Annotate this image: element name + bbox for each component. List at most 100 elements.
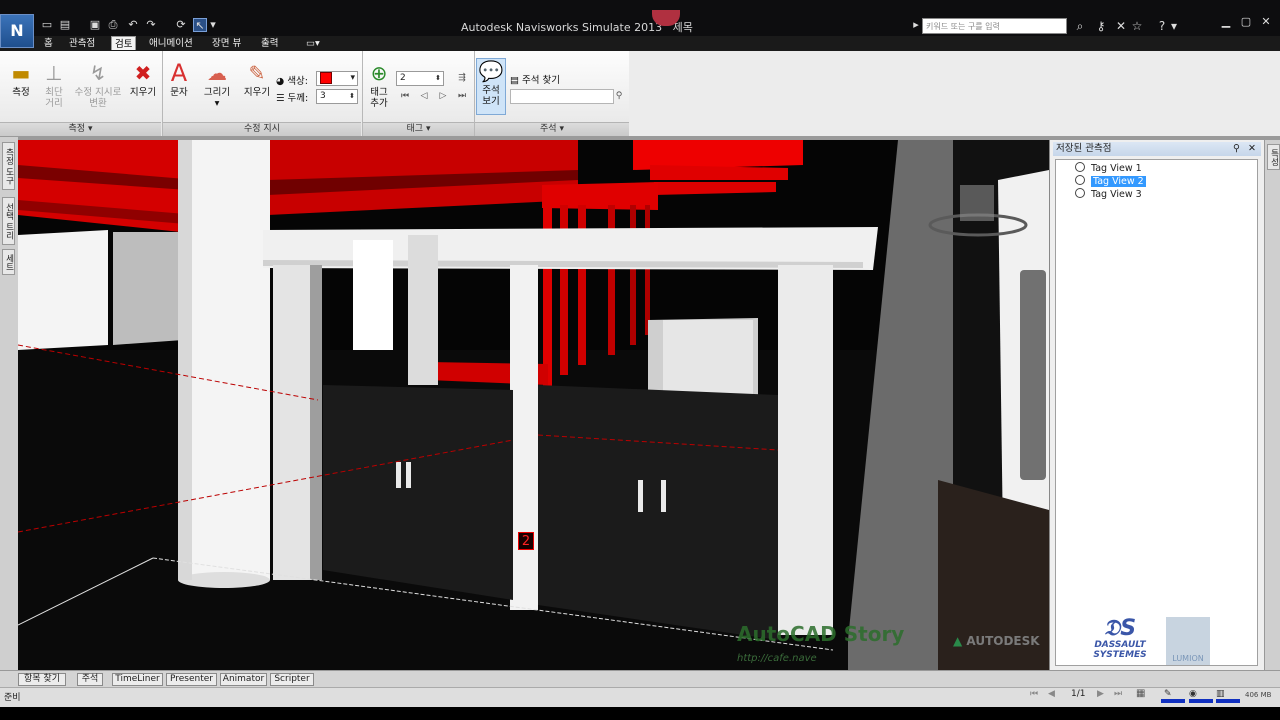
last-sheet-icon[interactable]: ⏭ (1114, 689, 1122, 699)
3d-viewport[interactable]: 2 AutoCAD Story http://cafe.nave ▲ AUTOD… (18, 140, 1049, 670)
last-tag-icon[interactable]: ⏭ (454, 89, 470, 103)
tab-presenter[interactable]: Presenter (166, 673, 217, 686)
scene-render (18, 140, 1049, 670)
find-comments-button[interactable]: ▤ 주석 찾기 (510, 72, 560, 86)
pin-icon[interactable]: ⚲ (1233, 142, 1240, 156)
clear-measure-button[interactable]: ✖ 지우기 (126, 61, 160, 98)
minimize-button[interactable]: ▁ (1216, 14, 1236, 30)
tab-animator[interactable]: Animator (220, 673, 267, 686)
tags-panel-title[interactable]: 태그 ▾ (363, 122, 474, 137)
previous-sheet-icon[interactable]: ◀ (1048, 689, 1055, 699)
find-comments-icon: ▤ (510, 75, 519, 86)
ribbon-options-icon[interactable]: ▭▾ (306, 36, 320, 51)
search-input[interactable]: 키워드 또는 구를 입력 (922, 18, 1067, 34)
tab-timeliner[interactable]: TimeLiner (112, 673, 163, 686)
view-comments-label-2: 보기 (482, 96, 500, 107)
text-redline-button[interactable]: A 문자 (166, 61, 192, 98)
sheet-browser-icon[interactable]: ▦ (1136, 688, 1145, 699)
next-tag-icon[interactable]: ▷ (435, 89, 451, 103)
tab-measure-tools[interactable]: 측정 도구 (2, 142, 15, 190)
tab-home[interactable]: 홈 (44, 36, 53, 51)
find-comments-input[interactable] (510, 89, 614, 104)
tag-id-input[interactable]: 2 ⬍ (396, 71, 444, 86)
status-text: 준비 (4, 693, 21, 703)
tab-selection-tree[interactable]: 선택 트리 (2, 197, 15, 245)
spinner-arrows-icon: ⬍ (435, 74, 441, 82)
quick-find-icon[interactable]: ⚲ (611, 89, 627, 103)
help-dropdown-icon[interactable]: ▾ (1170, 18, 1178, 34)
next-sheet-icon[interactable]: ▶ (1097, 689, 1104, 699)
binoculars-icon[interactable]: ⌕ (1072, 18, 1088, 34)
previous-tag-icon[interactable]: ◁ (416, 89, 432, 103)
help-icon[interactable]: ? (1154, 18, 1170, 34)
database-icon: ▥ (1216, 689, 1225, 699)
measure-button[interactable]: ▬ 측정 (6, 61, 36, 98)
viewpoint-list[interactable] (1055, 159, 1258, 666)
draw-redline-button[interactable]: ☁ 그리기 ▾ (200, 61, 234, 109)
measure-panel-title[interactable]: 측정 ▾ (0, 122, 161, 137)
add-tag-button[interactable]: ⊕ 태그 추가 (366, 61, 392, 109)
tab-viewpoint[interactable]: 관측점 (69, 36, 95, 51)
viewpoint-item[interactable]: Tag View 3 (1075, 188, 1142, 200)
shortest-distance-button[interactable]: ⊥ 최단 거리 (38, 61, 70, 109)
eraser-icon: ✎ (248, 61, 266, 85)
tab-comments[interactable]: 주석 (77, 673, 103, 686)
tab-scripter[interactable]: Scripter (270, 673, 314, 686)
convert-to-redline-button[interactable]: ↯ 수정 지시로 변환 (70, 61, 126, 109)
ds-logo-mark: 𝔇S (1103, 616, 1137, 641)
progress-meter-3 (1216, 699, 1240, 703)
clear-label: 지우기 (129, 87, 157, 98)
goto-tag-icon[interactable]: ⇶ (454, 71, 470, 85)
redline-tag-marker[interactable]: 2 (518, 532, 534, 550)
color-picker[interactable]: ▾ (316, 71, 358, 86)
open-file-icon[interactable]: ▤ (58, 18, 72, 32)
application-menu-button[interactable]: N (0, 14, 34, 48)
print-icon[interactable]: ⎙ (106, 18, 120, 32)
ruler-icon: ▬ (11, 61, 31, 85)
select-icon[interactable]: ↖ (193, 18, 207, 32)
watermark-url: http://cafe.nave (737, 653, 817, 664)
shortest-label-1: 최단 (45, 87, 63, 98)
favorites-star-icon[interactable]: ☆ (1129, 18, 1145, 34)
key-icon[interactable]: ⚷ (1093, 18, 1109, 34)
tab-animation[interactable]: 애니메이션 (149, 36, 193, 51)
draw-label: 그리기 (203, 87, 231, 98)
erase-redline-button[interactable]: ✎ 지우기 (240, 61, 274, 98)
viewpoint-item-selected[interactable]: Tag View 2 (1075, 175, 1146, 187)
redo-icon[interactable]: ↷ (144, 18, 158, 32)
pencil-icon: ✎ (1164, 689, 1172, 699)
tab-review[interactable]: 검토 (111, 36, 137, 50)
tab-output[interactable]: 출력 (261, 36, 278, 51)
exchange-icon[interactable]: ✕ (1113, 18, 1129, 34)
tab-properties[interactable]: 특성 (1267, 144, 1280, 170)
spinner-arrows-icon: ⬍ (349, 92, 355, 100)
refresh-icon[interactable]: ⟳ (174, 18, 188, 32)
view-comments-button[interactable]: 💬 주석 보기 (476, 58, 506, 115)
tab-find-items[interactable]: 항목 찾기 (18, 673, 66, 686)
view-comments-label-1: 주석 (482, 85, 500, 96)
panel-close-icon[interactable]: ✕ (1248, 142, 1256, 156)
maximize-button[interactable]: ▢ (1236, 14, 1256, 30)
status-bar (0, 687, 1280, 708)
viewpoint-item[interactable]: Tag View 1 (1075, 162, 1142, 174)
right-dock: 특성 (1264, 140, 1280, 670)
first-tag-icon[interactable]: ⏮ (397, 89, 413, 103)
tab-view[interactable]: 장면 뷰 (212, 36, 241, 51)
comments-panel-title[interactable]: 주석 ▾ (475, 122, 629, 137)
add-tag-label-1: 태그 (370, 87, 388, 98)
clear-ruler-icon: ✖ (134, 61, 152, 85)
quick-access-dropdown-icon[interactable]: ▾ (209, 18, 217, 32)
shortest-distance-icon: ⊥ (45, 61, 63, 85)
ribbon-background (629, 51, 1280, 136)
dassault-logo: 𝔇S DASSAULT SYSTEMES (1093, 616, 1147, 661)
close-button[interactable]: ✕ (1256, 14, 1276, 30)
undo-icon[interactable]: ↶ (126, 18, 140, 32)
search-expand-icon[interactable]: ▸ (912, 18, 920, 32)
cloud-draw-icon: ☁ (207, 61, 227, 85)
disk-icon: ◉ (1189, 689, 1197, 699)
first-sheet-icon[interactable]: ⏮ (1030, 689, 1038, 699)
save-icon[interactable]: ▣ (88, 18, 102, 32)
tab-sets[interactable]: 세트 (2, 249, 15, 275)
new-file-icon[interactable]: ▭ (40, 18, 54, 32)
thickness-spinner[interactable]: 3 ⬍ (316, 89, 358, 104)
